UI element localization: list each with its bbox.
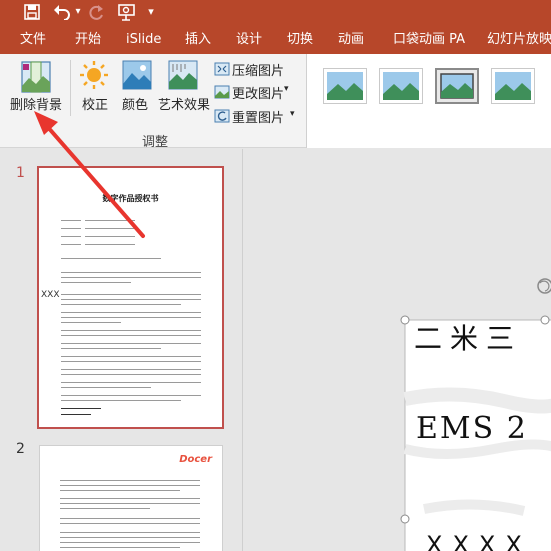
doc-text-line [61,348,161,349]
handwriting-line: XXXX [426,531,532,551]
ribbon-tabs: 文件 开始 iSlide 插入 设计 切换 动画 口袋动画 PA 幻灯片放映 [0,26,551,54]
doc-text-line [61,387,151,388]
undo-dropdown-icon[interactable]: ▾ [72,1,84,23]
doc-text-line [85,244,135,245]
doc-text-line [60,532,200,533]
picture-style-option[interactable] [323,68,367,104]
doc-text-line [85,220,135,221]
doc-text-line [60,503,200,504]
doc-text-line [61,236,81,237]
picture-style-option[interactable] [379,68,423,104]
slide-handwriting: XXX [41,290,60,300]
ribbon-picture-format: 删除背景 校正 颜色 艺术效果 压缩图片 更改图片 ▾ 重置图片 ▾ 调整 [0,54,551,150]
doc-text-line [61,317,201,318]
remove-background-label[interactable]: 删除背景 [10,94,62,113]
tab-insert[interactable]: 插入 [185,26,211,54]
customize-toolbar-icon[interactable]: ▾ [144,1,158,23]
doc-text-line [61,258,161,259]
tab-animations[interactable]: 动画 [338,26,364,54]
separator [70,60,71,116]
doc-text-line [61,299,201,300]
remove-background-icon[interactable] [20,60,52,94]
doc-text-line [61,361,201,362]
doc-text-line [61,304,181,305]
doc-text-line [61,369,201,370]
doc-text-line [61,282,131,283]
picture-style-option[interactable] [491,68,535,104]
undo-icon[interactable] [52,1,72,23]
powerpoint-window: ▾ ▾ 文件 开始 iSlide 插入 设计 切换 动画 口袋动画 PA 幻灯片… [0,0,551,551]
compress-pictures-icon[interactable] [214,61,230,76]
adjust-group-label: 调整 [142,135,169,150]
doc-text-line [61,395,201,396]
sun-icon[interactable] [80,60,108,90]
doc-text-line [60,490,180,491]
handwriting-line: EMS 2 [416,411,528,446]
change-picture-dropdown-icon[interactable]: ▾ [284,84,289,94]
doc-text-line [60,523,200,524]
tab-file[interactable]: 文件 [20,26,46,54]
doc-text-line [61,356,201,357]
tab-design[interactable]: 设计 [236,26,262,54]
slide-thumbnail-pane: 1 数字作品授权书 XXX 2 Docer [0,149,243,551]
slide-document-title: 数字作品授权书 [102,194,159,203]
doc-text-line [61,414,91,415]
slide-editing-area: 二米三 EMS 2 XXXX [244,149,551,551]
presentation-icon[interactable] [116,1,138,23]
doc-text-line [61,277,201,278]
doc-text-line [61,343,201,344]
doc-text-line [60,480,200,481]
handwriting-line: 二米三 [414,322,523,355]
reset-picture-icon[interactable] [214,108,230,123]
doc-text-line [61,382,201,383]
picture-style-option-selected[interactable] [435,68,479,104]
artistic-effects-button[interactable]: 艺术效果 [158,94,210,113]
tab-transitions[interactable]: 切换 [287,26,313,54]
doc-text-line [61,244,81,245]
doc-text-line [60,542,200,543]
tab-islide[interactable]: iSlide [126,26,161,54]
artistic-effects-icon[interactable] [168,60,198,90]
color-button[interactable]: 颜色 [122,94,148,113]
doc-text-line [61,335,201,336]
doc-text-line [61,312,201,313]
doc-text-line [60,508,150,509]
doc-text-line [61,272,201,273]
doc-text-line [60,547,180,548]
slide-thumbnail[interactable]: Docer [39,445,223,551]
doc-text-line [60,498,200,499]
doc-text-line [60,485,200,486]
slide-number: 2 [16,441,25,457]
doc-text-line [60,518,200,519]
doc-text-line [61,408,101,409]
doc-text-line [60,537,200,538]
change-picture-icon[interactable] [214,84,230,99]
tab-slideshow[interactable]: 幻灯片放映 [487,26,551,54]
docer-logo: Docer [179,454,212,465]
reset-picture-dropdown-icon[interactable]: ▾ [290,109,295,119]
doc-text-line [61,322,121,323]
doc-text-line [61,228,81,229]
change-picture-button[interactable]: 更改图片 [232,83,284,102]
tab-pocket-animation[interactable]: 口袋动画 PA [393,26,465,54]
doc-text-line [85,228,135,229]
tab-home[interactable]: 开始 [75,26,101,54]
slide-thumbnail-selected[interactable]: 数字作品授权书 XXX [37,166,224,429]
doc-text-line [61,374,201,375]
compress-pictures-button[interactable]: 压缩图片 [232,60,284,79]
picture-styles-gallery [306,54,551,148]
reset-picture-button[interactable]: 重置图片 [232,107,284,126]
doc-text-line [61,400,181,401]
title-bar: ▾ ▾ [0,0,551,26]
color-icon[interactable] [122,60,152,90]
doc-text-line [61,220,81,221]
doc-text-line [85,236,135,237]
save-icon[interactable] [22,1,42,23]
corrections-button[interactable]: 校正 [82,94,108,113]
doc-text-line [61,330,201,331]
slide-number: 1 [16,165,25,181]
redo-icon[interactable] [88,1,106,23]
doc-text-line [61,294,201,295]
